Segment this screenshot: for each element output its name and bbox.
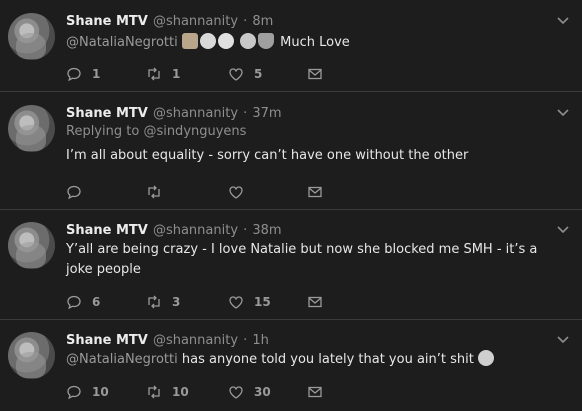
reply-count: 6 [92,295,101,309]
message-button[interactable] [307,64,323,84]
separator-dot: · [243,333,248,348]
avatar[interactable] [8,105,55,152]
reply-icon [67,295,81,310]
author-name[interactable]: Shane MTV [66,223,148,238]
author-name[interactable]: Shane MTV [66,14,148,29]
tweet-text: Y’all are being crazy - I love Natalie b… [66,240,554,280]
envelope-icon [308,296,322,308]
chevron-down-icon[interactable] [556,223,570,237]
tweet-body: has anyone told you lately that you ain’… [181,352,474,367]
separator-dot: · [243,106,248,121]
tweet-content: Shane MTV @shannanity · 38m Y’all are be… [66,218,552,280]
replying-to: Replying to @sindynguyens [66,123,552,143]
heart-icon [229,386,243,399]
message-button[interactable] [307,382,323,402]
smiling-horns-emoji [240,33,257,49]
retweet-button[interactable] [146,182,172,202]
separator-dot: · [243,14,248,29]
timestamp[interactable]: 1h [252,333,269,348]
heart-icon [229,186,243,199]
tweet-body: Much Love [280,35,350,50]
tweet-body: I’m all about equality - sorry can’t hav… [66,148,469,163]
timestamp[interactable]: 37m [252,106,281,121]
separator-dot: · [243,223,248,238]
like-button[interactable]: 30 [228,382,271,402]
like-count: 30 [254,385,271,399]
tweet-card[interactable]: Shane MTV @shannanity · 38m Y’all are be… [0,210,582,320]
chevron-down-icon[interactable] [556,333,570,347]
pray-emoji [258,33,275,49]
replying-to-label: Replying to [66,124,140,139]
like-count: 5 [254,67,263,81]
envelope-icon [308,386,322,398]
tweet-header: Shane MTV @shannanity · 8m [66,9,552,31]
tweet-card[interactable]: Shane MTV @shannanity · 1h @NataliaNegro… [0,320,582,411]
like-button[interactable]: 15 [228,292,271,312]
tweet-header: Shane MTV @shannanity · 38m [66,218,552,240]
retweet-count: 1 [172,67,181,81]
like-button[interactable]: 5 [228,64,262,84]
tweet-header: Shane MTV @shannanity · 1h [66,328,552,350]
author-handle[interactable]: @shannanity [153,106,238,121]
reply-icon [67,185,81,200]
tweet-text: @NataliaNegrotti Much Love [66,33,552,53]
avatar[interactable] [8,332,55,379]
retweet-icon [148,185,160,199]
retweet-button[interactable]: 3 [146,292,180,312]
author-handle[interactable]: @shannanity [153,14,238,29]
wink-kiss-emoji [478,350,494,366]
retweet-button[interactable]: 1 [146,64,180,84]
mention-link[interactable]: @NataliaNegrotti [66,35,178,50]
tweet-content: Shane MTV @shannanity · 37m Replying to … [66,101,552,166]
replying-to-user[interactable]: @sindynguyens [143,124,246,139]
chevron-down-icon[interactable] [556,14,570,28]
envelope-icon [308,186,322,198]
retweet-count: 3 [172,295,181,309]
author-handle[interactable]: @shannanity [153,333,238,348]
mention-link[interactable]: @NataliaNegrotti [66,352,178,367]
tweet-feed: Shane MTV @shannanity · 8m @NataliaNegro… [0,0,582,411]
reply-count: 10 [92,385,109,399]
reply-button[interactable]: 1 [66,64,100,84]
reply-count: 1 [92,67,101,81]
message-button[interactable] [307,292,323,312]
timestamp[interactable]: 8m [252,14,273,29]
retweet-button[interactable]: 10 [146,382,189,402]
tweet-card[interactable]: Shane MTV @shannanity · 37m Replying to … [0,92,582,210]
avatar[interactable] [8,222,55,269]
author-name[interactable]: Shane MTV [66,106,148,121]
envelope-icon [308,68,322,80]
tweet-header: Shane MTV @shannanity · 37m [66,101,552,123]
reply-icon [67,385,81,400]
author-handle[interactable]: @shannanity [153,223,238,238]
reply-icon [67,67,81,82]
avatar[interactable] [8,13,55,60]
heart-icon [229,296,243,309]
like-button[interactable] [228,182,254,202]
tweet-body: Y’all are being crazy - I love Natalie b… [66,242,538,277]
timestamp[interactable]: 38m [252,223,281,238]
heart-icon [229,68,243,81]
reply-button[interactable]: 10 [66,382,109,402]
tweet-text: I’m all about equality - sorry can’t hav… [66,146,552,166]
tweet-text: @NataliaNegrotti has anyone told you lat… [66,350,552,370]
reply-button[interactable]: 6 [66,292,100,312]
like-count: 15 [254,295,271,309]
author-name[interactable]: Shane MTV [66,333,148,348]
retweet-icon [148,385,160,399]
message-button[interactable] [307,182,323,202]
tweet-content: Shane MTV @shannanity · 8m @NataliaNegro… [66,9,552,53]
chevron-down-icon[interactable] [556,106,570,120]
no-mouth-emoji [199,33,216,49]
tweet-content: Shane MTV @shannanity · 1h @NataliaNegro… [66,328,552,370]
retweet-icon [148,295,160,309]
retweet-icon [148,67,160,81]
detective-emoji [181,33,198,49]
reply-button[interactable] [66,182,92,202]
grinning-emoji [217,33,234,49]
retweet-count: 10 [172,385,189,399]
tweet-card[interactable]: Shane MTV @shannanity · 8m @NataliaNegro… [0,0,582,92]
